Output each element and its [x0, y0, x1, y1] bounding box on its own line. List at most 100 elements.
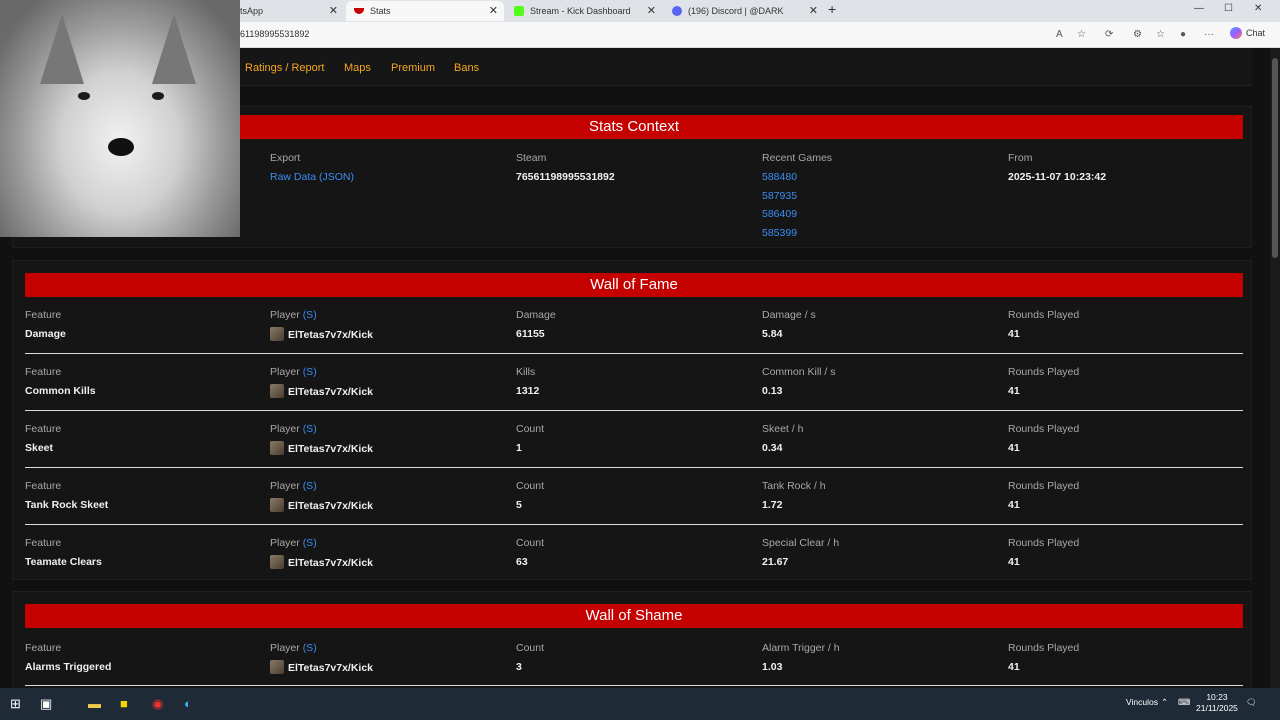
player-label: Player (S) — [270, 642, 317, 654]
recent-game-link[interactable]: 586409 — [762, 208, 797, 220]
wall-of-fame-title: Wall of Fame — [25, 273, 1243, 297]
scrollbar-thumb[interactable] — [1272, 58, 1278, 258]
kick-favicon-icon — [514, 6, 524, 16]
notification-icon[interactable]: 🗨 — [1246, 697, 1257, 708]
col3-label: Damage — [516, 309, 556, 321]
file-explorer-icon[interactable]: ▬ — [88, 696, 101, 711]
extension-icon[interactable]: ⚙ — [1133, 29, 1142, 40]
steam-link[interactable]: (S) — [303, 480, 317, 492]
new-tab-icon[interactable]: + — [828, 1, 836, 17]
steam-link[interactable]: (S) — [303, 366, 317, 378]
col3-label: Count — [516, 642, 545, 654]
maximize-icon[interactable]: ☐ — [1224, 3, 1233, 14]
tray-label[interactable]: Vinculos — [1126, 697, 1158, 707]
more-menu-icon[interactable]: ··· — [1204, 29, 1214, 40]
avatar — [270, 327, 284, 341]
refresh-icon[interactable]: ⟳ — [1105, 29, 1113, 40]
favorite-star-icon[interactable]: ☆ — [1077, 29, 1086, 40]
feature-value: Tank Rock Skeet — [25, 499, 109, 511]
url-input[interactable]: 61198995531892 — [240, 29, 309, 39]
col5-value: 41 — [1008, 556, 1020, 568]
col5-label: Rounds Played — [1008, 537, 1080, 549]
recent-game-link[interactable]: 585399 — [762, 227, 797, 239]
col5-label: Rounds Played — [1008, 309, 1080, 321]
edge-browser-icon[interactable]: ◐ — [184, 696, 192, 711]
page-scrollbar[interactable] — [1270, 48, 1280, 688]
copilot-icon — [1230, 27, 1242, 39]
steam-id: 76561198995531892 — [516, 171, 615, 183]
task-view-icon[interactable]: ▣ — [40, 696, 52, 712]
row-divider — [25, 410, 1243, 411]
from-value: 2025-11-07 10:23:42 — [1008, 171, 1107, 183]
close-icon[interactable]: ✕ — [809, 4, 818, 17]
col3-label: Kills — [516, 366, 536, 378]
wolf-ear — [40, 14, 84, 84]
windows-start-icon[interactable]: ⊞ — [10, 696, 21, 712]
tab-whatsapp[interactable]: tsApp ✕ — [232, 1, 344, 21]
feature-label: Feature — [25, 480, 62, 492]
nav-premium[interactable]: Premium — [391, 62, 435, 74]
steam-link[interactable]: (S) — [303, 423, 317, 435]
tab-label: (196) Discord | @DARK — [688, 6, 784, 16]
recent-game-link[interactable]: 587935 — [762, 190, 797, 202]
recent-game-link[interactable]: 588480 — [762, 171, 797, 183]
player-name: ElTetas7v7x/Kick — [270, 555, 373, 569]
wolf-nose — [108, 138, 134, 156]
player-name: ElTetas7v7x/Kick — [270, 498, 373, 512]
col5-label: Rounds Played — [1008, 480, 1080, 492]
wall-of-shame-title: Wall of Shame — [25, 604, 1243, 628]
col5-label: Rounds Played — [1008, 642, 1080, 654]
steam-link[interactable]: (S) — [303, 309, 317, 321]
copilot-chat-button[interactable]: Chat — [1230, 27, 1265, 39]
col3-value: 3 — [516, 661, 522, 673]
wolf-eye — [78, 92, 90, 100]
close-icon[interactable]: ✕ — [647, 4, 656, 17]
profile-avatar-icon[interactable]: ● — [1180, 29, 1186, 40]
steam-link[interactable]: (S) — [303, 642, 317, 654]
recent-games-label: Recent Games — [762, 152, 833, 164]
tab-stats[interactable]: Stats ✕ — [346, 1, 504, 21]
player-label: Player (S) — [270, 309, 317, 321]
raw-data-link[interactable]: Raw Data (JSON) — [270, 171, 354, 183]
col5-value: 41 — [1008, 328, 1020, 340]
col3-value: 61155 — [516, 328, 545, 340]
tab-discord[interactable]: (196) Discord | @DARK ✕ — [664, 1, 824, 21]
col5-value: 41 — [1008, 661, 1020, 673]
close-icon[interactable]: ✕ — [329, 4, 338, 17]
export-label: Export — [270, 152, 301, 164]
nav-maps[interactable]: Maps — [344, 62, 371, 74]
clock-date: 21/11/2025 — [1196, 703, 1238, 713]
row-divider — [25, 524, 1243, 525]
favorites-icon[interactable]: ☆ — [1156, 29, 1165, 40]
col5-value: 41 — [1008, 499, 1020, 511]
player-label: Player (S) — [270, 423, 317, 435]
col4-value: 0.13 — [762, 385, 783, 397]
nav-bans[interactable]: Bans — [454, 62, 479, 74]
chevron-up-icon[interactable]: ⌃ — [1161, 697, 1168, 708]
col3-value: 63 — [516, 556, 528, 568]
row-divider — [25, 353, 1243, 354]
sticky-notes-icon[interactable]: ■ — [120, 696, 128, 711]
minimize-icon[interactable]: — — [1194, 3, 1204, 14]
window-close-icon[interactable]: ✕ — [1254, 3, 1262, 14]
close-icon[interactable]: ✕ — [489, 4, 498, 17]
col4-label: Skeet / h — [762, 423, 804, 435]
taskbar-clock[interactable]: 10:23 21/11/2025 — [1196, 692, 1238, 714]
wolf-ear — [152, 14, 196, 84]
keyboard-icon[interactable]: ⌨ — [1178, 697, 1190, 708]
wall-of-shame-panel: Wall of Shame Feature Alarms Triggered P… — [12, 591, 1252, 688]
obs-app-icon[interactable]: ◉ — [152, 696, 163, 712]
col3-label: Count — [516, 423, 545, 435]
tab-kick-dashboard[interactable]: Stream - Kick Dashboard ✕ — [506, 1, 662, 21]
col5-label: Rounds Played — [1008, 423, 1080, 435]
row-divider — [25, 685, 1243, 686]
steam-label: Steam — [516, 152, 547, 164]
row-divider — [25, 467, 1243, 468]
col4-value: 1.72 — [762, 499, 783, 511]
steam-link[interactable]: (S) — [303, 537, 317, 549]
col5-label: Rounds Played — [1008, 366, 1080, 378]
read-aloud-icon[interactable]: A — [1056, 29, 1063, 40]
player-label: Player (S) — [270, 366, 317, 378]
nav-ratings-report[interactable]: Ratings / Report — [245, 62, 324, 74]
feature-label: Feature — [25, 309, 62, 321]
